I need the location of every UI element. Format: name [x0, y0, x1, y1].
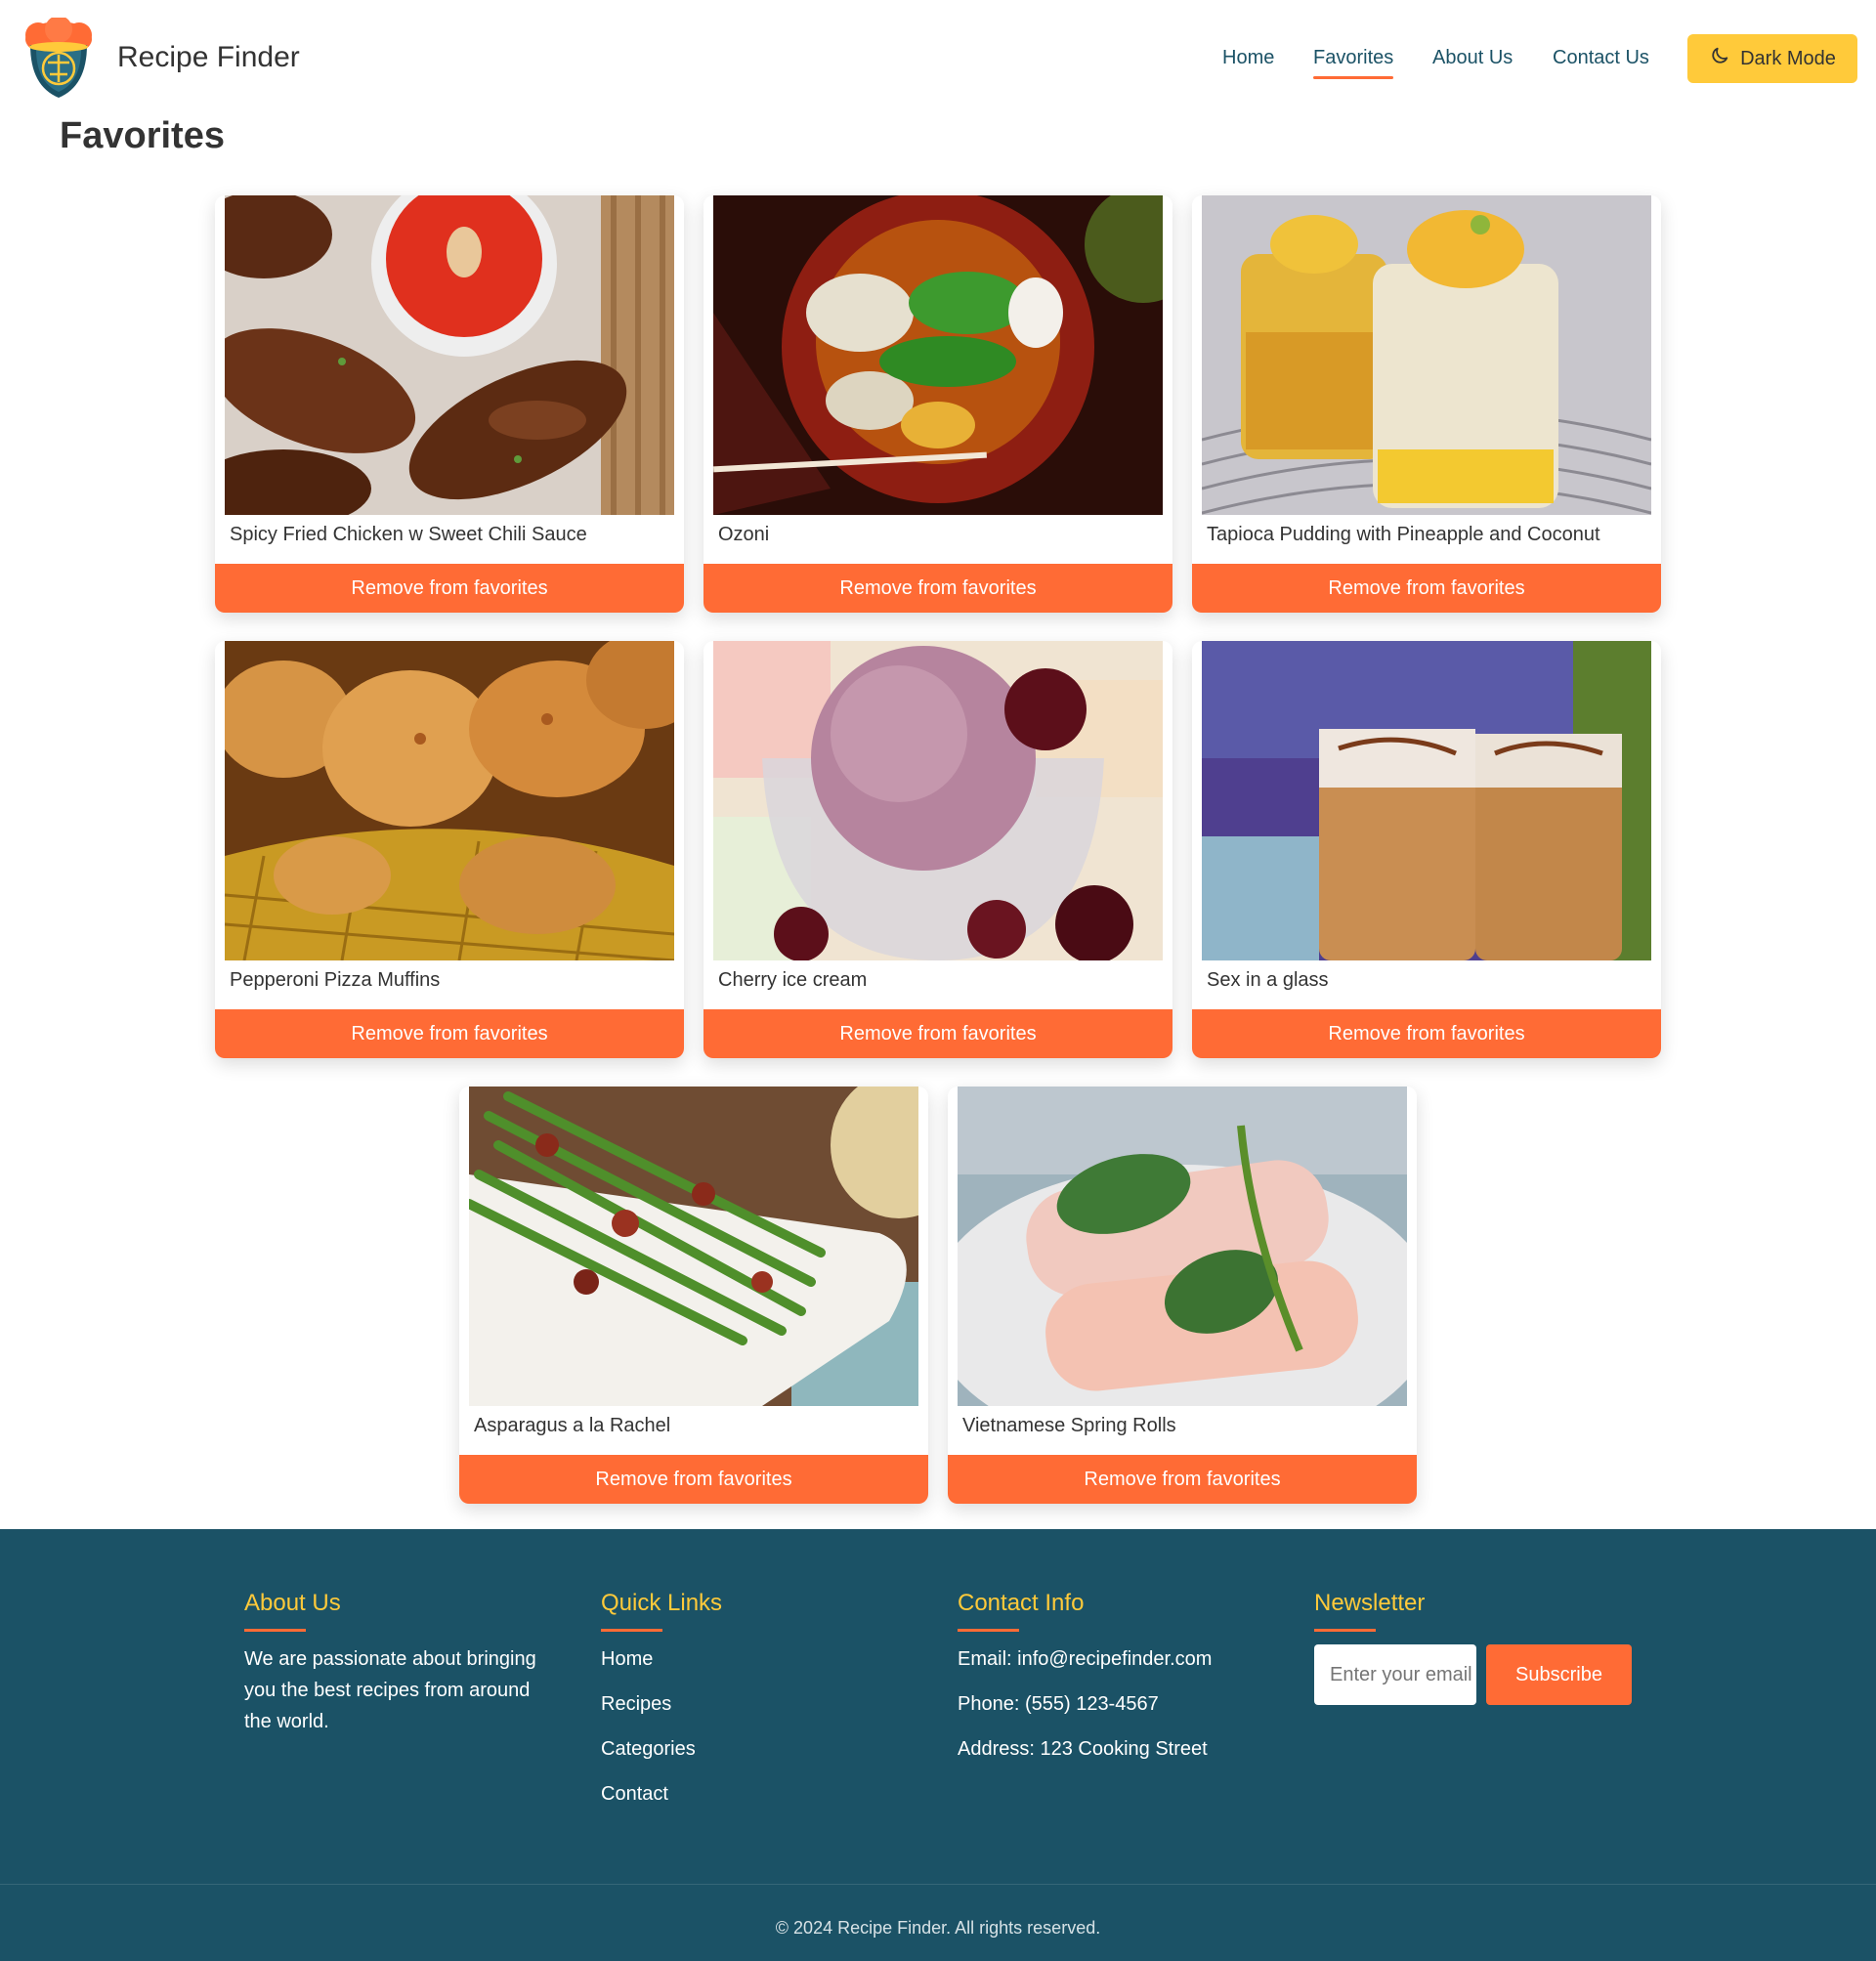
contact-email: Email: info@recipefinder.com	[958, 1648, 1213, 1670]
nav-contact-us[interactable]: Contact Us	[1553, 47, 1649, 69]
footer-about-text: We are passionate about bringing you the…	[244, 1648, 536, 1732]
chef-hat-logo-icon[interactable]	[22, 16, 95, 100]
recipe-image[interactable]	[713, 641, 1163, 960]
heading-underline	[244, 1629, 306, 1632]
recipe-image[interactable]	[225, 641, 674, 960]
footer-about-heading: About Us	[244, 1590, 341, 1616]
newsletter-email-input[interactable]	[1314, 1644, 1476, 1705]
footer-quick-links: Quick Links Home Recipes Categories Cont…	[601, 1590, 914, 1823]
footer-link-categories[interactable]: Categories	[601, 1733, 914, 1778]
recipe-title[interactable]: Spicy Fried Chicken w Sweet Chili Sauce	[230, 524, 587, 546]
footer-divider	[0, 1884, 1876, 1885]
recipe-title[interactable]: Sex in a glass	[1207, 969, 1329, 992]
recipe-title[interactable]: Tapioca Pudding with Pineapple and Cocon…	[1207, 524, 1600, 546]
contact-phone: Phone: (555) 123-4567	[958, 1693, 1159, 1715]
heading-underline	[1314, 1629, 1376, 1632]
favorite-card: Vietnamese Spring Rolls Remove from favo…	[948, 1087, 1417, 1504]
nav-about-us[interactable]: About Us	[1432, 47, 1513, 69]
recipe-image[interactable]	[958, 1087, 1407, 1406]
remove-favorite-button[interactable]: Remove from favorites	[1192, 564, 1661, 613]
footer-about: About Us We are passionate about bringin…	[244, 1590, 557, 1737]
brand-name[interactable]: Recipe Finder	[117, 41, 300, 74]
favorite-card: Sex in a glass Remove from favorites	[1192, 641, 1661, 1058]
footer-newsletter: Newsletter Subscribe	[1314, 1590, 1646, 1727]
nav-favorites-label: Favorites	[1313, 47, 1394, 68]
recipe-title[interactable]: Pepperoni Pizza Muffins	[230, 969, 440, 992]
dark-mode-label: Dark Mode	[1740, 47, 1836, 69]
recipe-image[interactable]	[1202, 641, 1651, 960]
footer-contact-heading: Contact Info	[958, 1590, 1085, 1616]
moon-icon	[1709, 45, 1730, 72]
nav-home[interactable]: Home	[1222, 47, 1274, 69]
favorite-card: Spicy Fried Chicken w Sweet Chili Sauce …	[215, 195, 684, 613]
heading-underline	[601, 1629, 662, 1632]
favorite-card: Pepperoni Pizza Muffins Remove from favo…	[215, 641, 684, 1058]
remove-favorite-button[interactable]: Remove from favorites	[459, 1455, 928, 1504]
favorite-card: Tapioca Pudding with Pineapple and Cocon…	[1192, 195, 1661, 613]
remove-favorite-button[interactable]: Remove from favorites	[1192, 1009, 1661, 1058]
remove-favorite-button[interactable]: Remove from favorites	[215, 1009, 684, 1058]
subscribe-button[interactable]: Subscribe	[1486, 1644, 1632, 1705]
active-nav-underline	[1313, 76, 1394, 79]
recipe-image[interactable]	[713, 195, 1163, 515]
remove-favorite-button[interactable]: Remove from favorites	[215, 564, 684, 613]
footer-link-home[interactable]: Home	[601, 1643, 914, 1688]
heading-underline	[958, 1629, 1019, 1632]
nav-favorites[interactable]: Favorites	[1313, 47, 1394, 79]
favorite-card: Ozoni Remove from favorites	[704, 195, 1172, 613]
recipe-title[interactable]: Vietnamese Spring Rolls	[962, 1415, 1176, 1437]
contact-address: Address: 123 Cooking Street	[958, 1738, 1208, 1760]
site-header: Recipe Finder Home Favorites About Us Co…	[0, 0, 1876, 117]
recipe-title[interactable]: Ozoni	[718, 524, 769, 546]
recipe-title[interactable]: Cherry ice cream	[718, 969, 867, 992]
footer-contact-info: Contact Info Email: info@recipefinder.co…	[958, 1590, 1309, 1778]
remove-favorite-button[interactable]: Remove from favorites	[704, 564, 1172, 613]
footer-newsletter-heading: Newsletter	[1314, 1590, 1426, 1616]
remove-favorite-button[interactable]: Remove from favorites	[948, 1455, 1417, 1504]
recipe-image[interactable]	[1202, 195, 1651, 515]
dark-mode-button[interactable]: Dark Mode	[1687, 34, 1857, 83]
copyright-text: © 2024 Recipe Finder. All rights reserve…	[775, 1918, 1101, 1938]
footer-link-recipes[interactable]: Recipes	[601, 1688, 914, 1733]
site-footer: About Us We are passionate about bringin…	[0, 1529, 1876, 1961]
footer-quick-links-heading: Quick Links	[601, 1590, 723, 1616]
favorite-card: Asparagus a la Rachel Remove from favori…	[459, 1087, 928, 1504]
recipe-image[interactable]	[469, 1087, 918, 1406]
recipe-image[interactable]	[225, 195, 674, 515]
favorite-card: Cherry ice cream Remove from favorites	[704, 641, 1172, 1058]
footer-link-contact[interactable]: Contact	[601, 1778, 914, 1823]
remove-favorite-button[interactable]: Remove from favorites	[704, 1009, 1172, 1058]
page-title: Favorites	[60, 115, 225, 156]
recipe-title[interactable]: Asparagus a la Rachel	[474, 1415, 670, 1437]
